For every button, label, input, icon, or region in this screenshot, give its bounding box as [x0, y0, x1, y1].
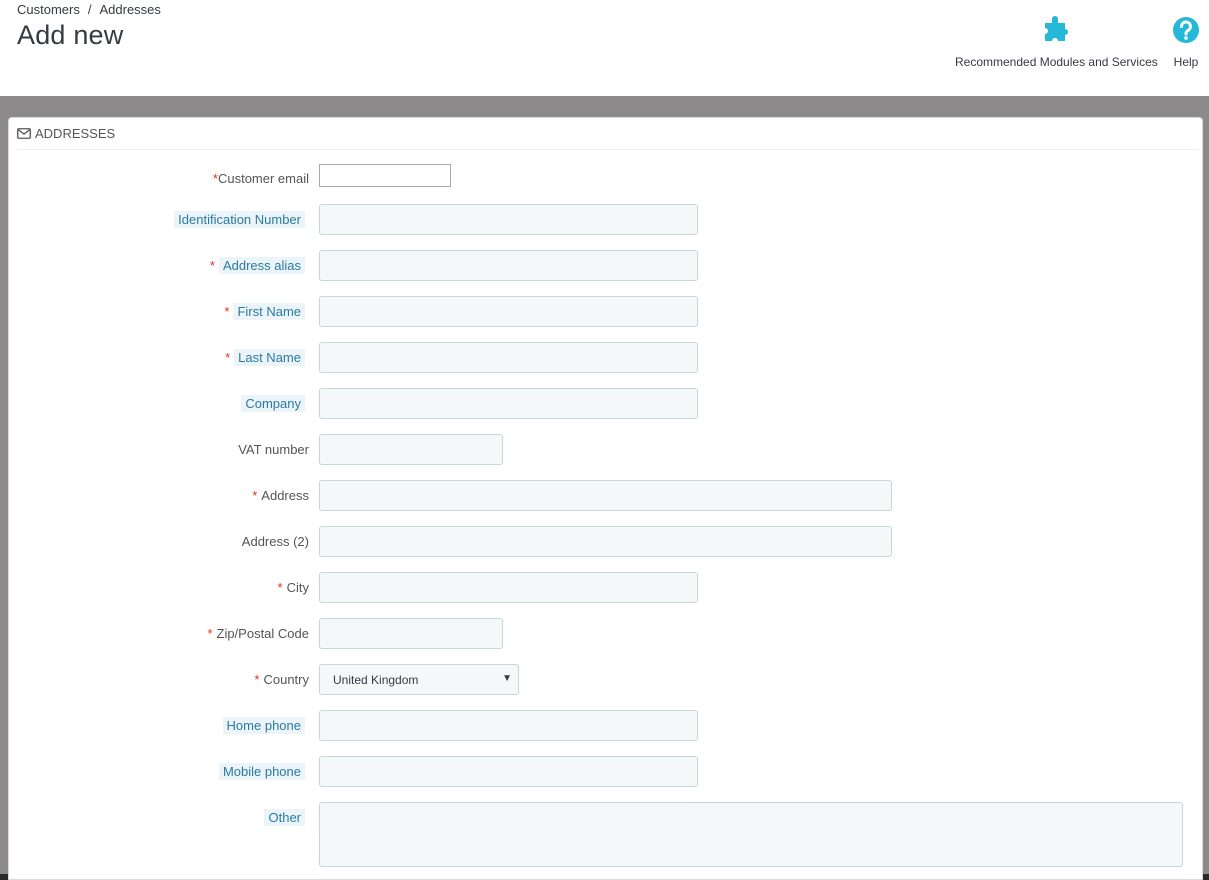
caret-down-icon: ▼ [502, 673, 512, 684]
home-phone-input[interactable] [319, 710, 698, 741]
mobile-phone-label: Mobile phone [218, 763, 305, 780]
breadcrumb-item-addresses[interactable]: Addresses [99, 2, 160, 17]
address-alias-label: * Address alias [209, 257, 305, 274]
vat-number-input[interactable] [319, 434, 503, 465]
puzzle-icon [955, 16, 1156, 50]
address2-input[interactable] [319, 526, 892, 557]
required-marker: * [209, 258, 215, 273]
required-marker: * [254, 672, 260, 687]
company-label: Company [241, 395, 305, 412]
required-marker: * [224, 304, 230, 319]
city-input[interactable] [319, 572, 698, 603]
customer-email-input[interactable] [319, 164, 451, 187]
panel-heading-label: ADDRESSES [35, 126, 116, 141]
question-circle-icon [1169, 16, 1203, 50]
other-label: Other [264, 809, 305, 826]
help-label: Help [1173, 55, 1199, 69]
address-alias-input[interactable] [319, 250, 698, 281]
help-button[interactable]: Help [1169, 16, 1203, 69]
country-select[interactable]: United Kingdom ▼ [319, 664, 519, 695]
first-name-input[interactable] [319, 296, 698, 327]
country-label: * Country [254, 672, 309, 687]
page-title: Add new [17, 20, 124, 50]
required-marker: * [225, 350, 231, 365]
company-input[interactable] [319, 388, 698, 419]
city-label: * City [277, 580, 309, 595]
required-marker: * [207, 626, 213, 641]
page-header: Customers / Addresses Add new Recommended … [0, 0, 1209, 96]
last-name-input[interactable] [319, 342, 698, 373]
breadcrumb-separator: / [87, 2, 92, 17]
country-selected-value: United Kingdom [333, 673, 419, 687]
customer-email-label: *Customer email [212, 171, 309, 186]
address2-label: Address (2) [241, 534, 309, 549]
mobile-phone-input[interactable] [319, 756, 698, 787]
recommended-modules-label: Recommended Modules and Services [955, 55, 1158, 69]
required-marker: * [252, 488, 258, 503]
address-input[interactable] [319, 480, 892, 511]
breadcrumb-item-customers[interactable]: Customers [17, 2, 80, 17]
zip-input[interactable] [319, 618, 503, 649]
identification-number-label: Identification Number [174, 211, 305, 228]
panel-heading: ADDRESSES [17, 126, 1198, 150]
identification-number-input[interactable] [319, 204, 698, 235]
envelope-icon [17, 128, 31, 139]
home-phone-label: Home phone [222, 717, 305, 734]
last-name-label: * Last Name [225, 349, 305, 366]
breadcrumb: Customers / Addresses [17, 2, 161, 17]
required-marker: * [277, 580, 283, 595]
address-label: * Address [252, 488, 309, 503]
recommended-modules-button[interactable]: Recommended Modules and Services [955, 16, 1158, 69]
other-textarea[interactable] [319, 802, 1183, 867]
vat-number-label: VAT number [238, 442, 309, 457]
first-name-label: * First Name [224, 303, 305, 320]
zip-label: * Zip/Postal Code [207, 626, 309, 641]
